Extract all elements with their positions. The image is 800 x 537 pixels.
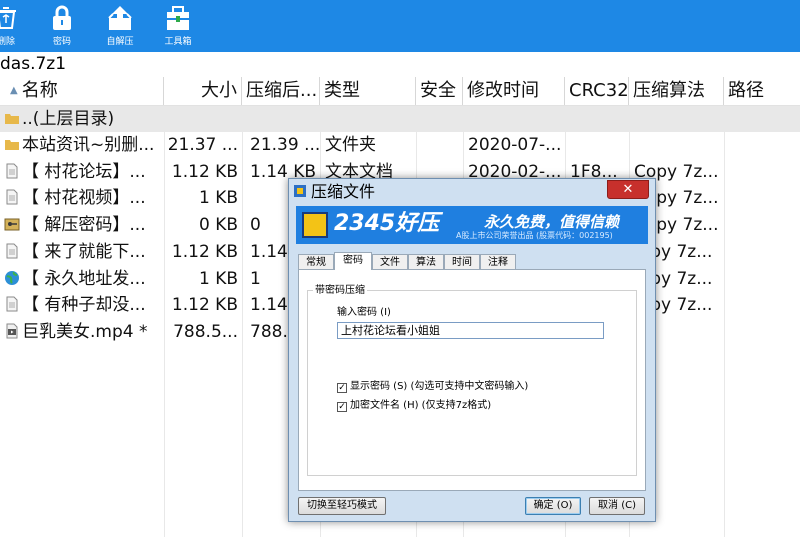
tab-comment[interactable]: 注释 — [480, 254, 516, 270]
close-button[interactable]: ✕ — [607, 180, 649, 199]
archive-path-text: das.7z1 — [0, 54, 67, 74]
compress-dialog: 压缩文件 ✕ 2345好压 永久免费，值得信赖 A股上市公司荣誉出品 (股票代码… — [288, 178, 656, 522]
text-file-icon — [6, 296, 18, 312]
toolbar: 删除 密码 自解压 工具箱 — [0, 0, 800, 52]
file-type: 文件夹 — [325, 135, 376, 155]
parent-dir-row[interactable]: ..(上层目录) — [0, 106, 800, 132]
file-size: 1.12 KB — [171, 161, 238, 182]
file-size: 1 KB — [198, 188, 238, 209]
col-name[interactable]: ▲ 名称 — [0, 77, 164, 105]
password-label: 密码 — [52, 37, 71, 47]
password-input[interactable]: 上村花论坛看小姐姐 — [337, 322, 604, 339]
toolbox-label: 工具箱 — [164, 37, 192, 47]
file-name: 【 来了就能下... — [4, 239, 164, 265]
file-row[interactable]: 本站资讯~别删... 21.37 ... 21.39 ... 文件夹 2020-07-.… — [0, 132, 800, 158]
folder-icon — [5, 140, 19, 150]
delete-button[interactable]: 删除 — [0, 0, 34, 52]
file-name: 【 有种子却没... — [4, 292, 164, 318]
ok-button[interactable]: 确定 (O) — [525, 497, 581, 515]
toolbox-button[interactable]: 工具箱 — [150, 0, 206, 52]
video-file-icon — [6, 323, 18, 339]
col-security[interactable]: 安全 — [416, 77, 463, 105]
file-size: 1.12 KB — [171, 241, 238, 262]
file-name: 巨乳美女.mp4 * — [4, 319, 164, 345]
tab-general[interactable]: 常规 — [298, 254, 334, 270]
file-name: 【 解压密码】... — [4, 212, 164, 238]
toolbox-icon — [167, 6, 189, 30]
archive-path: das.7z1 — [0, 53, 800, 76]
self-extract-label: 自解压 — [106, 37, 134, 47]
text-file-icon — [6, 189, 18, 205]
globe-icon — [5, 270, 19, 285]
show-password-checkbox[interactable]: ✓ — [337, 383, 347, 393]
show-password-option[interactable]: ✓ 显示密码 (S) (勾选可支持中文密码输入) — [337, 381, 528, 393]
self-extract-button[interactable]: 自解压 — [92, 0, 148, 52]
sort-arrow-icon: ▲ — [10, 85, 18, 96]
col-type[interactable]: 类型 — [320, 77, 416, 105]
file-modified: 2020-07-... — [468, 135, 562, 155]
password-button[interactable]: 密码 — [34, 0, 90, 52]
banner: 2345好压 永久免费，值得信赖 A股上市公司荣誉出品 (股票代码：002195… — [296, 206, 648, 244]
file-name: 本站资讯~别删... — [4, 132, 164, 158]
tab-files[interactable]: 文件 — [372, 254, 408, 270]
dialog-titlebar[interactable]: 压缩文件 ✕ — [289, 179, 655, 205]
encrypt-names-option[interactable]: ✓ 加密文件名 (H) (仅支持7z格式) — [337, 400, 491, 412]
column-header: ▲ 名称 大小 压缩后... 类型 安全 修改时间 CRC32 压缩算法 路径 — [0, 77, 800, 106]
col-path[interactable]: 路径 — [724, 77, 800, 105]
simple-mode-button[interactable]: 切换至轻巧模式 — [298, 497, 386, 515]
cancel-button[interactable]: 取消 (C) — [589, 497, 645, 515]
col-modified[interactable]: 修改时间 — [463, 77, 565, 105]
password-field-label: 输入密码 (I) — [337, 307, 391, 318]
file-size: 788.5... — [173, 321, 238, 342]
file-crc — [570, 132, 628, 158]
delete-label: 删除 — [0, 37, 15, 47]
tab-algorithm[interactable]: 算法 — [408, 254, 444, 270]
password-panel — [298, 269, 646, 491]
file-size: 0 KB — [198, 215, 238, 236]
app-icon — [294, 185, 306, 197]
encrypt-names-checkbox[interactable]: ✓ — [337, 402, 347, 412]
col-method[interactable]: 压缩算法 — [629, 77, 724, 105]
self-extract-icon — [108, 6, 132, 30]
dialog-title: 压缩文件 — [311, 182, 376, 201]
file-packed-size: 21.39 ... — [250, 135, 320, 155]
lock-icon — [53, 5, 71, 30]
file-size: 1 KB — [198, 268, 238, 289]
key-file-icon — [4, 218, 20, 231]
banner-subtitle: A股上市公司荣誉出品 (股票代码：002195) — [456, 231, 613, 240]
file-name: 【 永久地址发... — [4, 266, 164, 292]
file-size: 1.12 KB — [171, 295, 238, 316]
file-name: 【 村花视频】... — [4, 185, 164, 211]
banner-slogan: 永久免费，值得信赖 — [484, 213, 620, 231]
col-packed[interactable]: 压缩后... — [242, 77, 320, 105]
file-method — [634, 132, 724, 158]
banner-brand: 2345好压 — [334, 211, 440, 236]
col-crc[interactable]: CRC32 — [565, 77, 629, 105]
col-size[interactable]: 大小 — [164, 77, 242, 105]
archive-logo-icon — [302, 212, 328, 238]
tab-time[interactable]: 时间 — [444, 254, 480, 270]
group-title: 带密码压缩 — [313, 285, 367, 297]
file-name: 【 村花论坛】... — [4, 159, 164, 185]
text-file-icon — [6, 163, 18, 179]
recycle-bin-icon — [0, 7, 16, 29]
tab-password[interactable]: 密码 — [334, 252, 372, 270]
text-file-icon — [6, 243, 18, 259]
folder-icon — [5, 114, 19, 124]
file-size: 21.37 ... — [167, 135, 238, 155]
